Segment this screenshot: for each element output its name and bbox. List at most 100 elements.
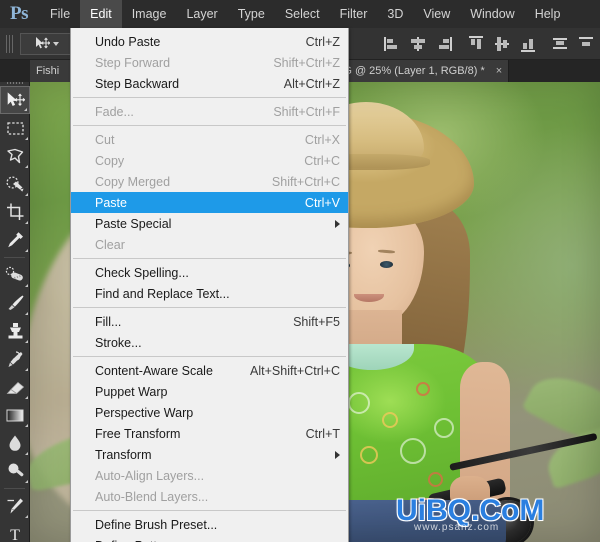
menu-item-undo-paste[interactable]: Undo Paste Ctrl+Z: [71, 31, 348, 52]
tool-quick-selection-tool[interactable]: [0, 170, 30, 198]
menu-item-shortcut: Alt+Ctrl+Z: [283, 76, 340, 91]
menu-item-fill[interactable]: Fill... Shift+F5: [71, 311, 348, 332]
tool-preset-picker[interactable]: [20, 32, 72, 55]
menu-bar-items: File Edit Image Layer Type Select Filter 3D View…: [40, 0, 570, 28]
menu-bar-item-view[interactable]: View: [413, 0, 460, 28]
menu-item-label: Step Forward: [95, 55, 171, 70]
history-brush-tool-icon: [8, 351, 22, 367]
watermark: UiBQ.CoM www.psanz.com: [396, 496, 544, 534]
menu-item-clear: Clear: [71, 234, 348, 255]
menu-item-label: Fade...: [95, 104, 134, 119]
menu-item-define-pattern[interactable]: Define Pattern...: [71, 535, 348, 542]
menu-bar-item-help[interactable]: Help: [525, 0, 571, 28]
tool-horizontal-type-tool[interactable]: T: [0, 520, 30, 542]
tool-flyout-corner: [25, 221, 28, 224]
menu-bar-item-filter[interactable]: Filter: [330, 0, 378, 28]
menu-bar-item-image[interactable]: Image: [122, 0, 177, 28]
menu-item-label: Clear: [95, 237, 125, 252]
menu-item-label: Step Backward: [95, 76, 180, 91]
horizontal-type-tool-icon: T: [10, 527, 20, 542]
menu-item-cut: Cut Ctrl+X: [71, 129, 348, 150]
move-tool-icon: [35, 37, 50, 49]
menu-item-label: Undo Paste: [95, 34, 161, 49]
options-bar-grip[interactable]: [6, 34, 15, 53]
tool-rectangular-marquee-tool[interactable]: [0, 114, 30, 142]
menu-item-shortcut: Shift+Ctrl+C: [271, 174, 340, 189]
distribute-vertical-centers-icon[interactable]: [576, 34, 596, 54]
document-tab-2-title: PG @ 25% (Layer 1, RGB/8) *: [336, 65, 485, 77]
align-left-edges-icon[interactable]: [382, 34, 402, 54]
menu-item-define-brush-preset[interactable]: Define Brush Preset...: [71, 514, 348, 535]
tool-flyout-corner: [25, 368, 28, 371]
tool-gradient-tool[interactable]: [0, 401, 30, 429]
svg-text:T: T: [10, 527, 20, 542]
menu-item-shortcut: Shift+Ctrl+Z: [273, 55, 340, 70]
menu-item-paste[interactable]: Paste Ctrl+V: [71, 192, 348, 213]
tool-flyout-corner: [25, 480, 28, 483]
menu-item-free-transform[interactable]: Free Transform Ctrl+T: [71, 423, 348, 444]
menu-separator: [73, 97, 346, 98]
menu-item-transform[interactable]: Transform: [71, 444, 348, 465]
menu-bar-item-file[interactable]: File: [40, 0, 80, 28]
menu-item-label: Define Brush Preset...: [95, 517, 218, 532]
photoshop-window: Ps File Edit Image Layer Type Select Filter 3D V…: [0, 0, 600, 542]
menu-item-label: Transform: [95, 447, 152, 462]
align-horizontal-centers-icon[interactable]: [408, 34, 428, 54]
tool-brush-tool[interactable]: [0, 289, 30, 317]
menu-separator: [73, 258, 346, 259]
tool-crop-tool[interactable]: [0, 198, 30, 226]
gradient-tool-icon: [6, 409, 24, 421]
menu-item-content-aware-scale[interactable]: Content-Aware Scale Alt+Shift+Ctrl+C: [71, 360, 348, 381]
chevron-down-icon: [52, 41, 59, 46]
menu-bar-item-type[interactable]: Type: [228, 0, 275, 28]
menu-item-label: Define Pattern...: [95, 539, 185, 542]
photo-shirt-pattern: [434, 418, 454, 438]
tool-clone-stamp-tool[interactable]: [0, 317, 30, 345]
move-tool-icon: [7, 91, 25, 106]
menu-item-label: Copy Merged: [95, 174, 171, 189]
tool-pen-tool[interactable]: [0, 492, 30, 520]
menu-item-copy: Copy Ctrl+C: [71, 150, 348, 171]
menu-item-puppet-warp[interactable]: Puppet Warp: [71, 381, 348, 402]
menu-item-shortcut: Ctrl+C: [304, 153, 340, 168]
align-top-edges-icon[interactable]: [466, 34, 486, 54]
photo-shirt-pattern: [400, 438, 426, 464]
menu-item-label: Puppet Warp: [95, 384, 168, 399]
tool-eyedropper-tool[interactable]: [0, 226, 30, 254]
tool-flyout-corner: [25, 452, 28, 455]
spot-healing-brush-tool-icon: [5, 266, 23, 281]
submenu-arrow-icon: [335, 219, 340, 228]
tool-spot-healing-brush-tool[interactable]: [0, 261, 30, 289]
close-icon[interactable]: ×: [496, 65, 502, 77]
photo-shirt-pattern: [416, 382, 430, 396]
align-right-edges-icon[interactable]: [434, 34, 454, 54]
crop-tool-icon: [6, 203, 23, 220]
distribute-top-edges-icon[interactable]: [550, 34, 570, 54]
menu-bar-item-select[interactable]: Select: [275, 0, 330, 28]
document-tab-2[interactable]: PG @ 25% (Layer 1, RGB/8) * ×: [330, 60, 510, 82]
menu-item-step-backward[interactable]: Step Backward Alt+Ctrl+Z: [71, 73, 348, 94]
tool-move-tool[interactable]: [0, 86, 30, 114]
menu-item-find-and-replace-text[interactable]: Find and Replace Text...: [71, 283, 348, 304]
menu-item-perspective-warp[interactable]: Perspective Warp: [71, 402, 348, 423]
menu-bar-item-window[interactable]: Window: [460, 0, 524, 28]
menu-item-check-spelling[interactable]: Check Spelling...: [71, 262, 348, 283]
quick-selection-tool-icon: [6, 175, 24, 192]
menu-bar-item-3d[interactable]: 3D: [377, 0, 413, 28]
align-vertical-centers-icon[interactable]: [492, 34, 512, 54]
photoshop-logo: Ps: [10, 3, 29, 24]
menu-bar-item-layer[interactable]: Layer: [176, 0, 227, 28]
menu-item-stroke[interactable]: Stroke...: [71, 332, 348, 353]
tool-lasso-tool[interactable]: [0, 142, 30, 170]
align-bottom-edges-icon[interactable]: [518, 34, 538, 54]
menu-item-label: Copy: [95, 153, 125, 168]
tool-dodge-tool[interactable]: [0, 457, 30, 485]
tool-blur-tool[interactable]: [0, 429, 30, 457]
tool-history-brush-tool[interactable]: [0, 345, 30, 373]
menu-bar-item-edit[interactable]: Edit: [80, 0, 122, 28]
menu-item-paste-special[interactable]: Paste Special: [71, 213, 348, 234]
tool-eraser-tool[interactable]: [0, 373, 30, 401]
menu-separator: [73, 510, 346, 511]
tool-flyout-corner: [25, 193, 28, 196]
photo-shirt-pattern: [348, 392, 370, 414]
